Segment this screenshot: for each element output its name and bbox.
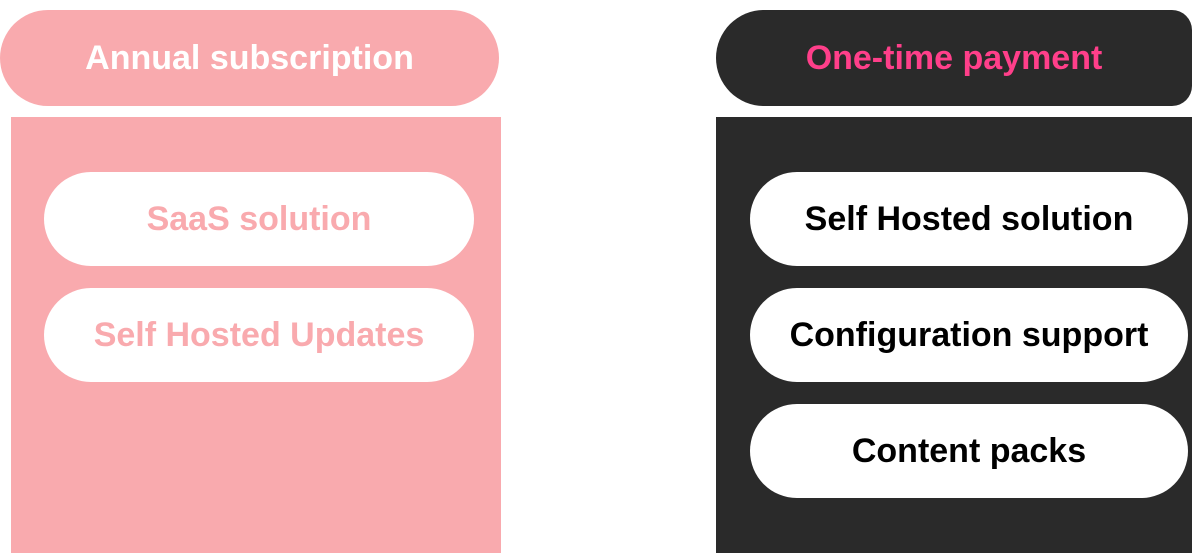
feature-pill-self-hosted-updates: Self Hosted Updates bbox=[44, 288, 474, 382]
feature-label: Configuration support bbox=[789, 315, 1149, 354]
one-time-payment-header: One-time payment bbox=[716, 10, 1192, 106]
feature-label: Self Hosted solution bbox=[804, 199, 1134, 238]
feature-pill-configuration-support: Configuration support bbox=[750, 288, 1188, 382]
annual-subscription-panel: SaaS solution Self Hosted Updates bbox=[11, 117, 501, 553]
feature-label: Content packs bbox=[851, 431, 1087, 470]
feature-pill-saas: SaaS solution bbox=[44, 172, 474, 266]
one-time-payment-panel: Self Hosted solution Configuration suppo… bbox=[716, 117, 1192, 553]
feature-pill-content-packs: Content packs bbox=[750, 404, 1188, 498]
annual-subscription-title: Annual subscription bbox=[85, 38, 414, 77]
annual-subscription-header: Annual subscription bbox=[0, 10, 499, 106]
one-time-payment-title: One-time payment bbox=[805, 38, 1103, 77]
feature-label: Self Hosted Updates bbox=[93, 315, 425, 354]
feature-label: SaaS solution bbox=[146, 199, 372, 238]
feature-pill-self-hosted-solution: Self Hosted solution bbox=[750, 172, 1188, 266]
